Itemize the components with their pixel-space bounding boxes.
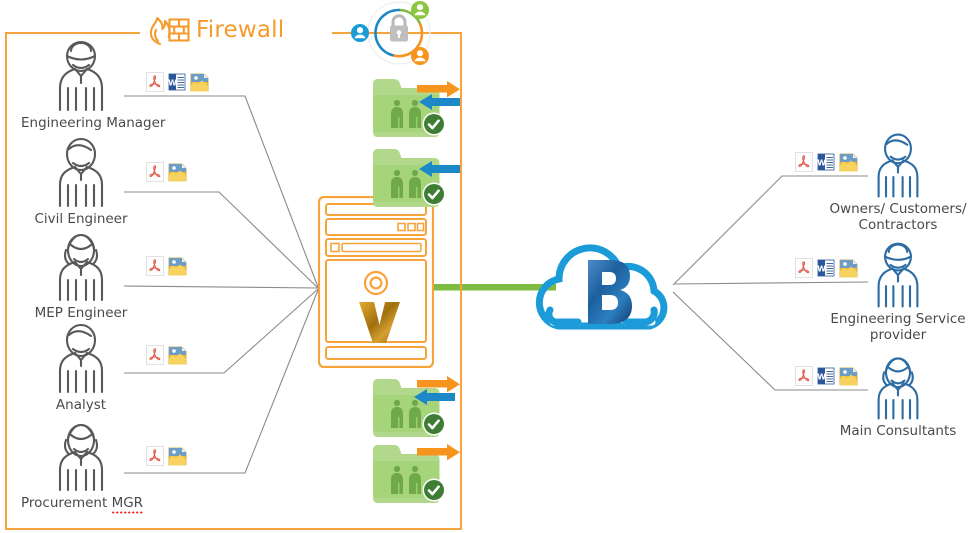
- internal-user-civil-engineer[interactable]: Civil Engineer: [21, 134, 141, 228]
- doc-icons-mep-engineer: [146, 256, 188, 276]
- svg-text:W: W: [817, 159, 826, 168]
- external-user-label: Engineering Service provider: [823, 311, 973, 344]
- firewall-flame-brick-icon: [149, 16, 190, 46]
- doc-icons-engineering-service-provider: W: [795, 258, 859, 278]
- person-manager-blue-icon: [877, 242, 919, 308]
- bim360-cloud[interactable]: [530, 242, 688, 342]
- folder-users-icon: [373, 379, 446, 437]
- approved-check: [422, 412, 446, 436]
- external-user-label: Main Consultants: [823, 423, 973, 440]
- padlock-icon: [390, 14, 408, 42]
- doc-icons-engineering-manager: W: [146, 72, 210, 92]
- external-user-engineering-service-provider[interactable]: Engineering Service provider: [823, 240, 973, 344]
- firewall-label: Firewall: [196, 17, 285, 43]
- internal-user-analyst[interactable]: Analyst: [21, 320, 141, 414]
- internal-user-procurement-mgr[interactable]: Procurement MGR: [21, 418, 144, 516]
- external-user-owners-customers-contractors[interactable]: Owners/ Customers/ Contractors: [823, 130, 973, 234]
- doc-icons-owners-customers-contractors: W: [795, 152, 859, 172]
- internal-user-mep-engineer[interactable]: MEP Engineer: [21, 228, 141, 322]
- doc-icons-analyst: [146, 345, 188, 365]
- user-badge-green: [411, 1, 429, 19]
- svg-text:W: W: [817, 265, 826, 274]
- pdf-file-icon: [795, 258, 813, 278]
- person-female-blue-icon: [877, 357, 919, 420]
- internal-user-label: Civil Engineer: [34, 211, 128, 227]
- word-file-icon: W: [817, 259, 835, 277]
- word-file-icon: W: [817, 367, 835, 385]
- person-female-icon: [58, 423, 104, 492]
- drawing-file-icon: [190, 73, 209, 92]
- shared-folder-4[interactable]: [370, 440, 462, 506]
- internal-user-label: Analyst: [55, 397, 107, 413]
- external-user-label-line2: Contractors: [858, 216, 938, 233]
- person-male-icon: [58, 324, 104, 394]
- drawing-file-icon: [839, 367, 858, 386]
- secure-access-badge: [348, 0, 438, 66]
- word-file-icon: W: [168, 73, 186, 91]
- external-user-label-line1: Owners/ Customers/: [829, 201, 967, 217]
- pdf-file-icon: [146, 446, 164, 466]
- doc-icons-civil-engineer: [146, 162, 188, 182]
- pdf-file-icon: [795, 366, 813, 386]
- diagram-canvas: Firewall Engineering Manager W Civil Eng…: [0, 0, 974, 533]
- svg-text:W: W: [168, 79, 177, 88]
- server-tower-icon: [318, 196, 434, 368]
- shared-folder-1[interactable]: [370, 74, 462, 140]
- user-badge-blue: [351, 24, 369, 42]
- drawing-file-icon: [168, 257, 187, 276]
- doc-icons-main-consultants: W: [795, 366, 859, 386]
- pdf-file-icon: [146, 256, 164, 276]
- approved-check: [422, 182, 446, 206]
- internal-user-label: Procurement MGR: [21, 495, 144, 516]
- pdf-file-icon: [146, 162, 164, 182]
- firewall-header: Firewall: [140, 8, 332, 52]
- shared-folder-3[interactable]: [370, 374, 462, 440]
- user-badge-orange: [411, 47, 429, 65]
- drawing-file-icon: [839, 153, 858, 172]
- drawing-file-icon: [168, 346, 187, 365]
- drawing-file-icon: [839, 259, 858, 278]
- drawing-file-icon: [168, 447, 187, 466]
- internal-user-label: Engineering Manager: [21, 115, 166, 131]
- external-user-label-line1: Engineering Service: [830, 311, 966, 327]
- person-female-icon: [58, 233, 104, 302]
- pdf-file-icon: [795, 152, 813, 172]
- spellcheck-underlined-word: MGR: [111, 495, 144, 516]
- svg-text:W: W: [817, 373, 826, 382]
- drawing-file-icon: [168, 163, 187, 182]
- doc-icons-procurement-mgr: [146, 446, 188, 466]
- external-user-label-line2: provider: [869, 326, 927, 343]
- word-file-icon: W: [817, 153, 835, 171]
- person-male-icon: [58, 138, 104, 208]
- shared-folder-2[interactable]: [370, 144, 462, 210]
- internal-user-label-text: Procurement: [21, 495, 112, 511]
- external-user-label-line1: Main Consultants: [839, 423, 957, 439]
- internal-user-engineering-manager[interactable]: Engineering Manager: [21, 38, 166, 132]
- person-male-blue-icon: [877, 133, 919, 198]
- pdf-file-icon: [146, 72, 164, 92]
- pdf-file-icon: [146, 345, 164, 365]
- person-manager-icon: [58, 41, 104, 112]
- bim360-b-logo: [588, 260, 632, 324]
- vault-server[interactable]: [318, 196, 434, 368]
- approved-check: [422, 478, 446, 502]
- folder-users-icon: [373, 149, 446, 207]
- approved-check: [422, 112, 446, 136]
- external-user-label: Owners/ Customers/ Contractors: [823, 201, 973, 234]
